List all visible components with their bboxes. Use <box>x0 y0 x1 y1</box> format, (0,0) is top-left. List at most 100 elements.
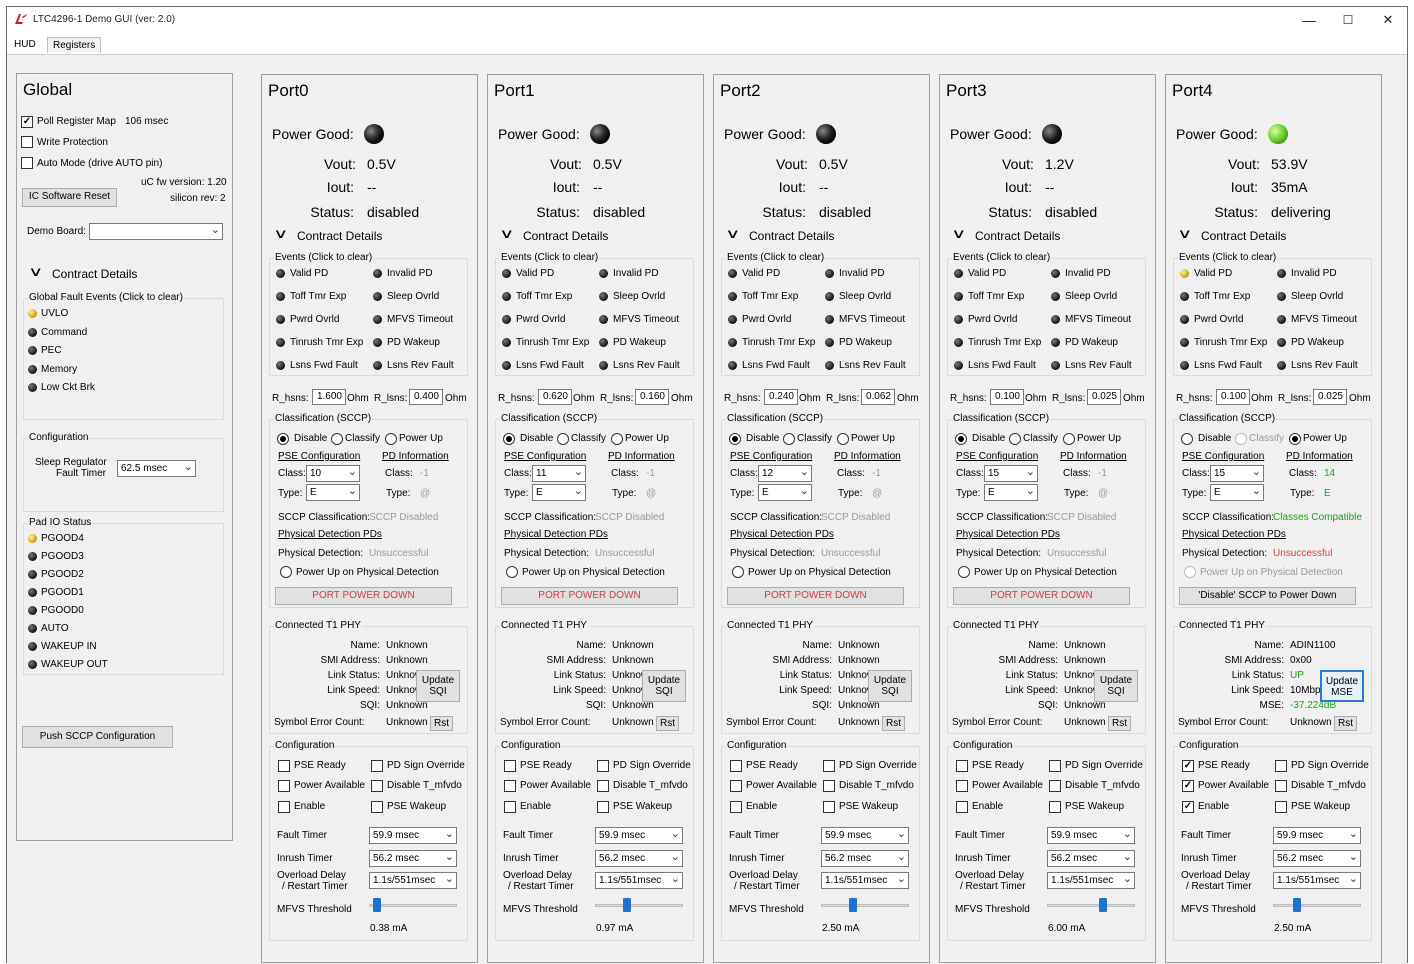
push-sccp-configuration-button[interactable]: Push SCCP Configuration <box>22 726 173 748</box>
disable-tmfvdo-checkbox[interactable] <box>597 780 609 792</box>
led-indicator[interactable] <box>728 338 737 347</box>
led-indicator[interactable] <box>825 361 834 370</box>
update-phy-button[interactable]: Update MSE <box>1320 670 1364 702</box>
physical-detection-pds-link[interactable]: Physical Detection PDs <box>1182 529 1286 540</box>
led-indicator[interactable] <box>502 292 511 301</box>
led-indicator[interactable] <box>1277 292 1286 301</box>
reset-symbol-count-button[interactable]: Rst <box>656 716 679 731</box>
led-indicator[interactable] <box>502 338 511 347</box>
type-select[interactable]: E ⌄ <box>532 484 586 501</box>
pse-configuration-link[interactable]: PSE Configuration <box>1182 451 1264 462</box>
update-phy-button[interactable]: Update SQI <box>416 670 460 702</box>
led-indicator[interactable] <box>1180 269 1189 278</box>
mfvs-threshold-slider[interactable] <box>849 898 857 912</box>
pd-sign-checkbox[interactable] <box>371 760 383 772</box>
overload-delay-select[interactable]: 1.1s/551msec ⌄ <box>821 872 909 889</box>
power-available-checkbox[interactable] <box>730 780 742 792</box>
update-phy-button[interactable]: Update SQI <box>1094 670 1138 702</box>
led-indicator[interactable] <box>728 292 737 301</box>
led-indicator[interactable] <box>373 269 382 278</box>
port-action-button[interactable]: PORT POWER DOWN <box>275 587 452 605</box>
poll-register-map-checkbox[interactable] <box>21 116 33 128</box>
led-indicator[interactable] <box>1277 269 1286 278</box>
led-indicator[interactable] <box>1051 315 1060 324</box>
mode-power_up-radio[interactable] <box>385 433 397 445</box>
led-indicator[interactable] <box>1051 269 1060 278</box>
led-indicator[interactable] <box>28 383 37 392</box>
enable-checkbox[interactable] <box>956 801 968 813</box>
mode-classify-radio[interactable] <box>557 433 569 445</box>
mode-disable-radio[interactable] <box>277 433 289 445</box>
led-indicator[interactable] <box>599 292 608 301</box>
pse-ready-checkbox[interactable] <box>1182 760 1194 772</box>
led-indicator[interactable] <box>276 315 285 324</box>
pd-information-link[interactable]: PD Information <box>1060 451 1127 462</box>
pd-sign-checkbox[interactable] <box>1049 760 1061 772</box>
close-button[interactable]: ✕ <box>1368 9 1408 31</box>
contract-details-toggle[interactable]: Contract Details <box>297 229 382 243</box>
pd-sign-checkbox[interactable] <box>1275 760 1287 772</box>
led-indicator[interactable] <box>28 309 37 318</box>
type-select[interactable]: E ⌄ <box>306 484 360 501</box>
led-indicator[interactable] <box>728 315 737 324</box>
led-indicator[interactable] <box>1277 338 1286 347</box>
contract-details-toggle[interactable]: Contract Details <box>1201 229 1286 243</box>
overload-delay-select[interactable]: 1.1s/551msec ⌄ <box>1273 872 1361 889</box>
r-hsns-input[interactable]: 0.100 <box>1216 389 1250 405</box>
pd-sign-checkbox[interactable] <box>597 760 609 772</box>
physical-detection-pds-link[interactable]: Physical Detection PDs <box>956 529 1060 540</box>
led-indicator[interactable] <box>954 269 963 278</box>
class-select[interactable]: 15 ⌄ <box>1210 465 1264 482</box>
class-select[interactable]: 10 ⌄ <box>306 465 360 482</box>
mode-classify-radio[interactable] <box>783 433 795 445</box>
power-up-on-physical-detection-radio[interactable] <box>280 566 292 578</box>
power-up-on-physical-detection-radio[interactable] <box>732 566 744 578</box>
led-indicator[interactable] <box>728 269 737 278</box>
update-phy-button[interactable]: Update SQI <box>642 670 686 702</box>
inrush-timer-select[interactable]: 56.2 msec ⌄ <box>369 850 457 867</box>
fault-timer-select[interactable]: 59.9 msec ⌄ <box>369 827 457 844</box>
contract-details-toggle[interactable]: Contract Details <box>52 267 137 281</box>
led-indicator[interactable] <box>373 315 382 324</box>
port-action-button[interactable]: PORT POWER DOWN <box>501 587 678 605</box>
led-indicator[interactable] <box>1180 338 1189 347</box>
led-indicator[interactable] <box>825 315 834 324</box>
r-lsns-input[interactable]: 0.025 <box>1087 389 1121 405</box>
physical-detection-pds-link[interactable]: Physical Detection PDs <box>504 529 608 540</box>
auto-mode-checkbox[interactable] <box>21 157 33 169</box>
fault-timer-select[interactable]: 59.9 msec ⌄ <box>1047 827 1135 844</box>
contract-details-toggle[interactable]: Contract Details <box>523 229 608 243</box>
contract-details-toggle[interactable]: Contract Details <box>975 229 1060 243</box>
chevron-down-icon[interactable]: ∨ <box>273 226 288 242</box>
class-select[interactable]: 11 ⌄ <box>532 465 586 482</box>
pd-information-link[interactable]: PD Information <box>834 451 901 462</box>
enable-checkbox[interactable] <box>278 801 290 813</box>
type-select[interactable]: E ⌄ <box>1210 484 1264 501</box>
pse-configuration-link[interactable]: PSE Configuration <box>730 451 812 462</box>
chevron-down-icon[interactable]: ∨ <box>499 226 514 242</box>
led-indicator[interactable] <box>1051 292 1060 301</box>
power-up-on-physical-detection-radio[interactable] <box>1184 566 1196 578</box>
r-lsns-input[interactable]: 0.400 <box>409 389 443 405</box>
led-indicator[interactable] <box>599 361 608 370</box>
mfvs-threshold-slider[interactable] <box>373 898 381 912</box>
fault-timer-select[interactable]: 59.9 msec ⌄ <box>595 827 683 844</box>
pse-ready-checkbox[interactable] <box>730 760 742 772</box>
pse-wakeup-checkbox[interactable] <box>1275 801 1287 813</box>
led-indicator[interactable] <box>276 338 285 347</box>
mode-power_up-radio[interactable] <box>1063 433 1075 445</box>
led-indicator[interactable] <box>825 269 834 278</box>
led-indicator[interactable] <box>1277 315 1286 324</box>
led-indicator[interactable] <box>276 361 285 370</box>
ic-software-reset-button[interactable]: IC Software Reset <box>22 188 117 207</box>
led-indicator[interactable] <box>1051 338 1060 347</box>
power-up-on-physical-detection-radio[interactable] <box>958 566 970 578</box>
tab-registers[interactable]: Registers <box>47 37 102 53</box>
contract-details-toggle[interactable]: Contract Details <box>749 229 834 243</box>
enable-checkbox[interactable] <box>504 801 516 813</box>
pse-configuration-link[interactable]: PSE Configuration <box>504 451 586 462</box>
mode-power_up-radio[interactable] <box>837 433 849 445</box>
physical-detection-pds-link[interactable]: Physical Detection PDs <box>278 529 382 540</box>
mode-classify-radio[interactable] <box>331 433 343 445</box>
pse-wakeup-checkbox[interactable] <box>371 801 383 813</box>
